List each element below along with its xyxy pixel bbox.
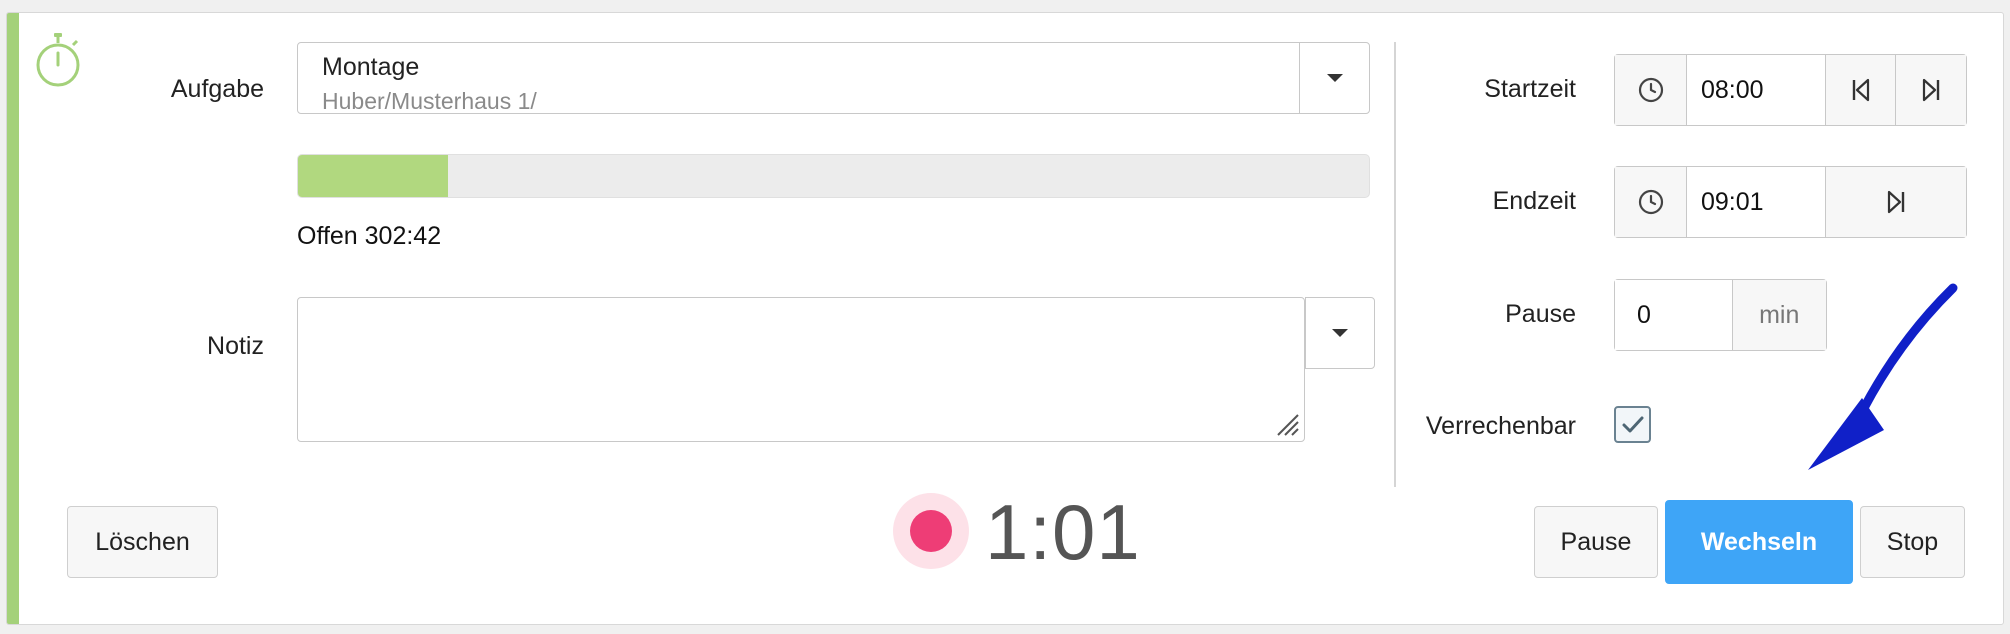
offen-text: Offen 302:42	[297, 222, 442, 250]
notiz-textarea[interactable]	[297, 297, 1305, 442]
skip-forward-icon	[1922, 78, 1940, 102]
clock-icon	[1638, 189, 1663, 215]
endzeit-label: Endzeit	[1492, 187, 1576, 215]
check-icon	[1622, 416, 1643, 432]
endzeit-input[interactable]: 09:01	[1687, 167, 1826, 237]
task-progress-bar	[297, 154, 1370, 198]
endzeit-skip-forward-button[interactable]	[1826, 167, 1966, 237]
verrechenbar-checkbox[interactable]	[1614, 406, 1651, 443]
startzeit-clock-button[interactable]	[1615, 55, 1687, 125]
stop-button[interactable]: Stop	[1860, 506, 1965, 578]
startzeit-input[interactable]: 08:00	[1687, 55, 1826, 125]
elapsed-timer: 1:01	[985, 488, 1141, 576]
aufgabe-dropdown-button[interactable]	[1299, 43, 1369, 113]
switch-button[interactable]: Wechseln	[1665, 500, 1853, 584]
startzeit-skip-back-button[interactable]	[1826, 55, 1896, 125]
pause-minutes-input[interactable]: 0	[1615, 280, 1733, 350]
delete-button[interactable]: Löschen	[67, 506, 218, 578]
chevron-down-icon	[1326, 74, 1343, 82]
skip-forward-icon	[1887, 190, 1905, 214]
skip-back-icon	[1852, 78, 1869, 102]
task-progress-fill	[298, 155, 448, 197]
notiz-dropdown-button[interactable]	[1305, 297, 1375, 369]
aufgabe-path: Huber/Musterhaus 1/	[322, 88, 537, 114]
verrechenbar-label: Verrechenbar	[1425, 412, 1576, 440]
endzeit-clock-button[interactable]	[1615, 167, 1687, 237]
resize-grip-icon[interactable]	[1274, 411, 1300, 437]
stopwatch-icon	[36, 33, 80, 87]
chevron-down-icon	[1332, 329, 1348, 337]
endzeit-group: 09:01	[1614, 166, 1967, 238]
pause-button[interactable]: Pause	[1534, 506, 1658, 578]
notiz-label: Notiz	[207, 332, 264, 360]
aufgabe-select[interactable]: Montage Huber/Musterhaus 1/	[297, 42, 1370, 114]
startzeit-label: Startzeit	[1484, 75, 1576, 103]
aufgabe-value: Montage	[322, 53, 420, 81]
recording-indicator	[893, 493, 969, 569]
aufgabe-label: Aufgabe	[170, 75, 264, 103]
startzeit-skip-forward-button[interactable]	[1896, 55, 1966, 125]
accent-bar	[7, 13, 19, 624]
record-dot-icon	[910, 510, 952, 552]
aufgabe-select-text: Montage Huber/Musterhaus 1/	[322, 53, 537, 115]
pause-label: Pause	[1505, 300, 1576, 328]
clock-icon	[1638, 77, 1663, 103]
annotation-arrow-icon	[1808, 283, 1958, 470]
startzeit-group: 08:00	[1614, 54, 1967, 126]
